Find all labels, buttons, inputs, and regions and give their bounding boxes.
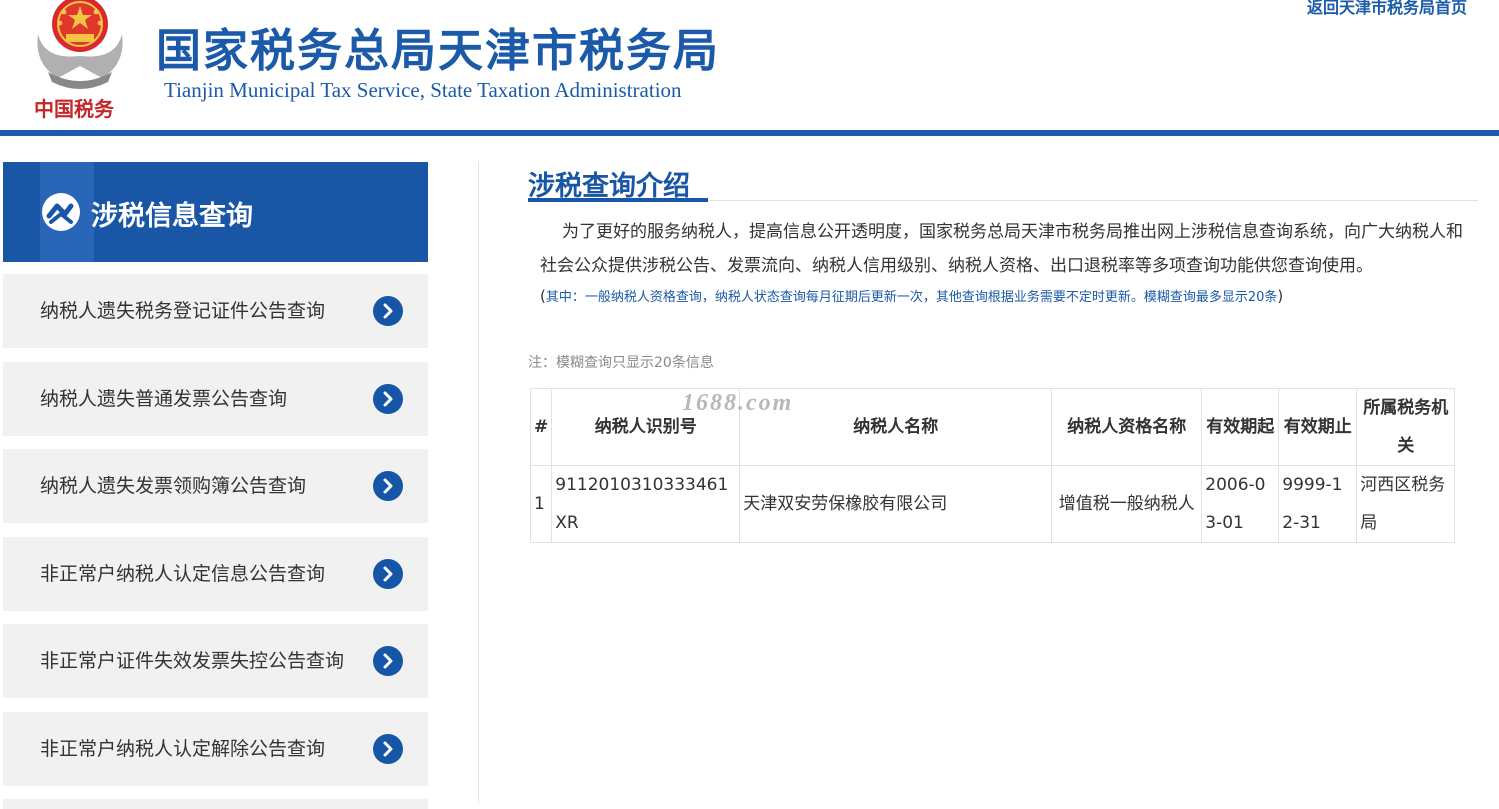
emblem-caption: 中国税务 <box>34 97 115 121</box>
results-table: # 纳税人识别号 纳税人名称 纳税人资格名称 有效期起 有效期止 所属税务机关 … <box>529 388 1456 543</box>
chevron-right-icon[interactable] <box>373 646 403 676</box>
site-subtitle: Tianjin Municipal Tax Service, State Tax… <box>164 78 682 102</box>
sidebar-item-label: 纳税人遗失发票领购簿公告查询 <box>40 475 307 497</box>
query-logo-icon <box>42 193 80 231</box>
watermark: 1688.com <box>682 390 794 416</box>
site-title: 国家税务总局天津市税务局 <box>156 24 721 77</box>
cell-taxpayer-name: 天津双安劳保橡胶有限公司 <box>739 465 1053 543</box>
sidebar-item-label: 非正常户纳税人认定解除公告查询 <box>40 738 326 760</box>
sidebar-title: 涉税信息查询 <box>91 201 253 232</box>
column-header-index: # <box>529 388 553 466</box>
chevron-right-icon[interactable] <box>373 384 403 414</box>
sidebar-item-label: 纳税人遗失税务登记证件公告查询 <box>40 300 326 322</box>
cell-qualification: 增值税一般纳税人 <box>1051 465 1203 543</box>
cell-valid-from: 2006-03-01 <box>1201 465 1280 543</box>
vertical-divider <box>478 162 479 803</box>
intro-paragraph: 为了更好的服务纳税人，提高信息公开透明度，国家税务总局天津市税务局推出网上涉税信… <box>540 222 1463 276</box>
sidebar-item-label: 纳税人遗失普通发票公告查询 <box>40 388 288 410</box>
sidebar-item-partial[interactable] <box>3 799 428 809</box>
update-note: (其中：一般纳税人资格查询，纳税人状态查询每月征期后更新一次，其他查询根据业务需… <box>540 286 1283 305</box>
column-header-valid-to: 有效期止 <box>1278 388 1358 466</box>
sidebar-item-abnormal-taxpayer-identification[interactable]: 非正常户纳税人认定信息公告查询 <box>3 537 428 611</box>
national-emblem-icon: 中国税务 <box>34 0 123 121</box>
fuzzy-query-note: 注：模糊查询只显示20条信息 <box>528 355 714 371</box>
sidebar-item-abnormal-identification-release[interactable]: 非正常户纳税人认定解除公告查询 <box>3 712 428 786</box>
sidebar-item-label: 非正常户证件失效发票失控公告查询 <box>40 650 345 672</box>
return-home-link[interactable]: 返回天津市税务局首页 <box>1307 0 1467 18</box>
cell-valid-to: 9999-12-31 <box>1278 465 1358 543</box>
header-divider <box>0 130 1499 136</box>
sidebar-item-lost-registration-certificate[interactable]: 纳税人遗失税务登记证件公告查询 <box>3 274 428 348</box>
sidebar: 涉税信息查询 纳税人遗失税务登记证件公告查询 纳税人遗失普通发票公告查询 纳税人… <box>3 162 428 809</box>
table-header-row: # 纳税人识别号 纳税人名称 纳税人资格名称 有效期起 有效期止 所属税务机关 <box>529 388 1456 466</box>
chevron-right-icon[interactable] <box>373 296 403 326</box>
sidebar-header: 涉税信息查询 <box>3 162 428 262</box>
table-row: 1 9112010310333461XR 天津双安劳保橡胶有限公司 增值税一般纳… <box>529 465 1456 543</box>
section-title-underline <box>528 198 708 202</box>
column-header-valid-from: 有效期起 <box>1201 388 1280 466</box>
chevron-right-icon[interactable] <box>373 559 403 589</box>
update-note-text: 其中：一般纳税人资格查询，纳税人状态查询每月征期后更新一次，其他查询根据业务需要… <box>545 290 1278 305</box>
column-header-qualification: 纳税人资格名称 <box>1051 388 1203 466</box>
sidebar-item-abnormal-certificate-invalid[interactable]: 非正常户证件失效发票失控公告查询 <box>3 624 428 698</box>
sidebar-item-lost-invoice-purchase-book[interactable]: 纳税人遗失发票领购簿公告查询 <box>3 449 428 523</box>
section-divider <box>708 200 1478 201</box>
chevron-right-icon[interactable] <box>373 471 403 501</box>
column-header-tax-authority: 所属税务机关 <box>1356 388 1456 466</box>
sidebar-item-label: 非正常户纳税人认定信息公告查询 <box>40 563 326 585</box>
chevron-right-icon[interactable] <box>373 734 403 764</box>
note-close-paren: ) <box>1277 287 1284 305</box>
sidebar-item-lost-ordinary-invoice[interactable]: 纳税人遗失普通发票公告查询 <box>3 362 428 436</box>
cell-index: 1 <box>529 465 553 543</box>
site-header: 中国税务 国家税务总局天津市税务局 Tianjin Municipal Tax … <box>0 0 1499 136</box>
cell-tax-authority: 河西区税务局 <box>1356 465 1456 543</box>
cell-taxpayer-id: 9112010310333461XR <box>551 465 741 543</box>
